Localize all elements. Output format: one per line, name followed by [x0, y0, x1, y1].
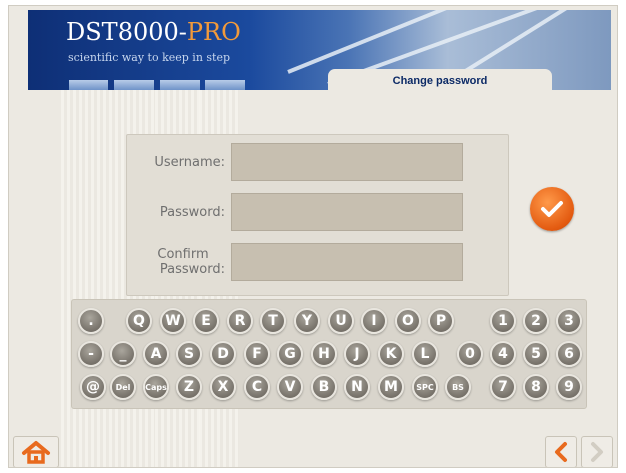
key-d[interactable]: D	[210, 341, 236, 367]
key-f[interactable]: F	[244, 341, 270, 367]
key-r[interactable]: R	[227, 308, 253, 334]
username-field[interactable]	[231, 143, 463, 181]
key-m[interactable]: M	[378, 374, 404, 400]
key-c[interactable]: C	[244, 374, 270, 400]
key-hyphen[interactable]: -	[78, 341, 104, 367]
key-a[interactable]: A	[143, 341, 169, 367]
key-g[interactable]: G	[277, 341, 303, 367]
key-n[interactable]: N	[344, 374, 370, 400]
key-9[interactable]: 9	[556, 374, 582, 400]
key-o[interactable]: O	[395, 308, 421, 334]
chevron-left-icon	[555, 442, 567, 462]
confirm-button[interactable]	[530, 187, 574, 231]
back-button[interactable]	[545, 436, 577, 467]
key-6[interactable]: 6	[556, 341, 582, 367]
key-backspace[interactable]: BS	[445, 374, 471, 400]
confirm-label-line2: Password:	[159, 262, 225, 277]
key-x[interactable]: X	[210, 374, 236, 400]
home-icon	[22, 441, 50, 464]
key-8[interactable]: 8	[523, 374, 549, 400]
key-5[interactable]: 5	[523, 341, 549, 367]
key-u[interactable]: U	[328, 308, 354, 334]
checkmark-icon	[541, 201, 563, 217]
password-label: Password:	[159, 205, 225, 220]
key-j[interactable]: J	[344, 341, 370, 367]
key-7[interactable]: 7	[490, 374, 516, 400]
banner-decor-bar	[205, 80, 245, 90]
key-delete[interactable]: Del	[110, 374, 136, 400]
key-w[interactable]: W	[160, 308, 186, 334]
change-password-form: Username: Password: Confirm Password:	[126, 134, 509, 296]
on-screen-keyboard: . Q W E R T Y U I O P 1 2 3 - _ A S D F …	[71, 299, 587, 409]
page-title: Change password	[328, 69, 552, 93]
brand-pro: PRO	[186, 18, 241, 46]
key-t[interactable]: T	[260, 308, 286, 334]
key-2[interactable]: 2	[523, 308, 549, 334]
username-label: Username:	[154, 155, 225, 170]
banner-decor-bar	[114, 80, 154, 90]
banner-decor-bar	[160, 80, 200, 90]
key-b[interactable]: B	[311, 374, 337, 400]
key-l[interactable]: L	[412, 341, 438, 367]
brand-tagline: scientific way to keep in step	[68, 51, 231, 64]
key-y[interactable]: Y	[294, 308, 320, 334]
key-period[interactable]: .	[78, 308, 104, 334]
key-v[interactable]: V	[277, 374, 303, 400]
key-k[interactable]: K	[378, 341, 404, 367]
key-caps-lock[interactable]: Caps	[143, 374, 169, 400]
page-navigation	[545, 436, 615, 467]
key-3[interactable]: 3	[556, 308, 582, 334]
app-screen: DST8000-PRO scientific way to keep in st…	[8, 5, 618, 468]
chevron-right-icon	[591, 442, 603, 462]
brand-name: DST8000-	[66, 18, 187, 46]
key-1[interactable]: 1	[490, 308, 516, 334]
key-space[interactable]: SPC	[412, 374, 438, 400]
password-field[interactable]	[231, 193, 463, 231]
banner-decor-bar	[69, 80, 108, 90]
key-at[interactable]: @	[80, 374, 106, 400]
confirm-label-line1: Confirm	[157, 247, 209, 262]
key-q[interactable]: Q	[126, 308, 152, 334]
key-i[interactable]: I	[361, 308, 387, 334]
key-4[interactable]: 4	[490, 341, 516, 367]
confirm-password-label: Confirm Password:	[127, 247, 225, 277]
key-h[interactable]: H	[311, 341, 337, 367]
key-s[interactable]: S	[176, 341, 202, 367]
key-underscore[interactable]: _	[110, 341, 136, 367]
brand-logo: DST8000-PRO	[66, 18, 241, 46]
key-0[interactable]: 0	[457, 341, 483, 367]
decorative-column	[61, 90, 107, 467]
forward-button[interactable]	[581, 436, 613, 467]
key-p[interactable]: P	[428, 308, 454, 334]
home-button[interactable]	[13, 436, 59, 467]
key-e[interactable]: E	[193, 308, 219, 334]
key-z[interactable]: Z	[176, 374, 202, 400]
confirm-password-field[interactable]	[231, 243, 463, 281]
